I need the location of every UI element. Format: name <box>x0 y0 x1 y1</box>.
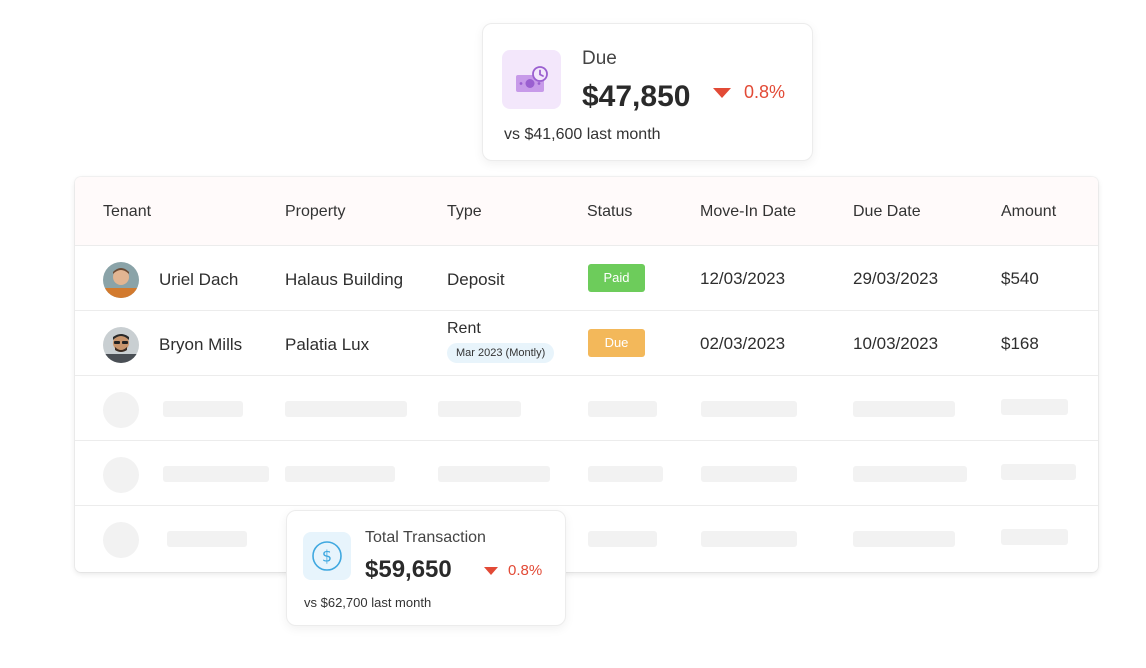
skeleton-bar <box>588 531 657 547</box>
dollar-circle-icon: $ <box>303 532 351 580</box>
svg-text:$: $ <box>322 547 332 566</box>
skeleton-avatar <box>103 457 139 493</box>
due-date: 10/03/2023 <box>853 334 939 353</box>
table-row[interactable]: Bryon Mills Palatia Lux Rent Mar 2023 (M… <box>75 311 1098 376</box>
down-triangle-icon <box>713 87 731 98</box>
header-type[interactable]: Type <box>447 203 482 221</box>
header-tenant[interactable]: Tenant <box>103 203 151 221</box>
skeleton-row <box>75 376 1098 441</box>
table-row[interactable]: Uriel Dach Halaus Building Deposit Paid … <box>75 246 1098 311</box>
transaction-comparison: vs $62,700 last month <box>304 595 432 610</box>
transaction-summary-card: $ Total Transaction $59,650 0.8% vs $62,… <box>286 510 566 626</box>
skeleton-bar <box>285 466 395 482</box>
skeleton-bar <box>701 466 797 482</box>
amount: $168 <box>1001 334 1039 353</box>
move-in-date: 12/03/2023 <box>700 269 786 288</box>
due-comparison: vs $41,600 last month <box>504 126 661 143</box>
transactions-table: Tenant Property Type Status Move-In Date… <box>75 177 1098 572</box>
header-move-in-date[interactable]: Move-In Date <box>700 203 796 221</box>
skeleton-bar <box>1001 464 1076 480</box>
due-label: Due <box>582 48 617 69</box>
header-status[interactable]: Status <box>587 203 632 221</box>
skeleton-bar <box>163 466 269 482</box>
skeleton-avatar <box>103 392 139 428</box>
due-date: 29/03/2023 <box>853 269 939 288</box>
property-name: Palatia Lux <box>285 335 370 354</box>
table-header: Tenant Property Type Status Move-In Date… <box>75 177 1098 246</box>
skeleton-bar <box>853 531 955 547</box>
money-clock-icon <box>502 50 561 109</box>
skeleton-bar <box>1001 399 1068 415</box>
transaction-type: Deposit <box>447 270 505 289</box>
transaction-type: Rent <box>447 320 481 337</box>
skeleton-bar <box>438 401 521 417</box>
header-property[interactable]: Property <box>285 203 345 221</box>
skeleton-bar <box>588 401 657 417</box>
transaction-value: $59,650 <box>365 556 452 583</box>
skeleton-bar <box>163 401 243 417</box>
tenant-name: Bryon Mills <box>159 335 243 354</box>
transaction-label: Total Transaction <box>365 529 486 546</box>
skeleton-bar <box>701 401 797 417</box>
tenant-name: Uriel Dach <box>159 270 239 289</box>
skeleton-row <box>75 441 1098 506</box>
skeleton-bar <box>285 401 407 417</box>
status-badge: Due <box>588 329 645 357</box>
due-delta-value: 0.8% <box>744 82 786 102</box>
due-delta: 0.8% <box>713 82 785 103</box>
transaction-delta: 0.8% <box>484 562 542 579</box>
move-in-date: 02/03/2023 <box>700 334 786 353</box>
skeleton-bar <box>588 466 663 482</box>
due-value: $47,850 <box>582 80 691 113</box>
skeleton-bar <box>167 531 247 547</box>
skeleton-bar <box>438 466 550 482</box>
skeleton-bar <box>853 401 955 417</box>
skeleton-bar <box>701 531 797 547</box>
skeleton-bar <box>1001 529 1068 545</box>
down-triangle-icon <box>484 566 498 575</box>
header-amount[interactable]: Amount <box>1001 203 1056 221</box>
avatar <box>103 262 139 298</box>
property-name: Halaus Building <box>285 270 404 289</box>
amount: $540 <box>1001 269 1039 288</box>
skeleton-row <box>75 506 1098 570</box>
skeleton-bar <box>853 466 967 482</box>
status-badge: Paid <box>588 264 645 292</box>
period-pill: Mar 2023 (Montly) <box>447 343 555 363</box>
header-due-date[interactable]: Due Date <box>853 203 921 221</box>
skeleton-avatar <box>103 522 139 558</box>
transaction-delta-value: 0.8% <box>508 562 543 579</box>
avatar <box>103 327 139 363</box>
due-summary-card: Due $47,850 0.8% vs $41,600 last month <box>482 23 813 161</box>
